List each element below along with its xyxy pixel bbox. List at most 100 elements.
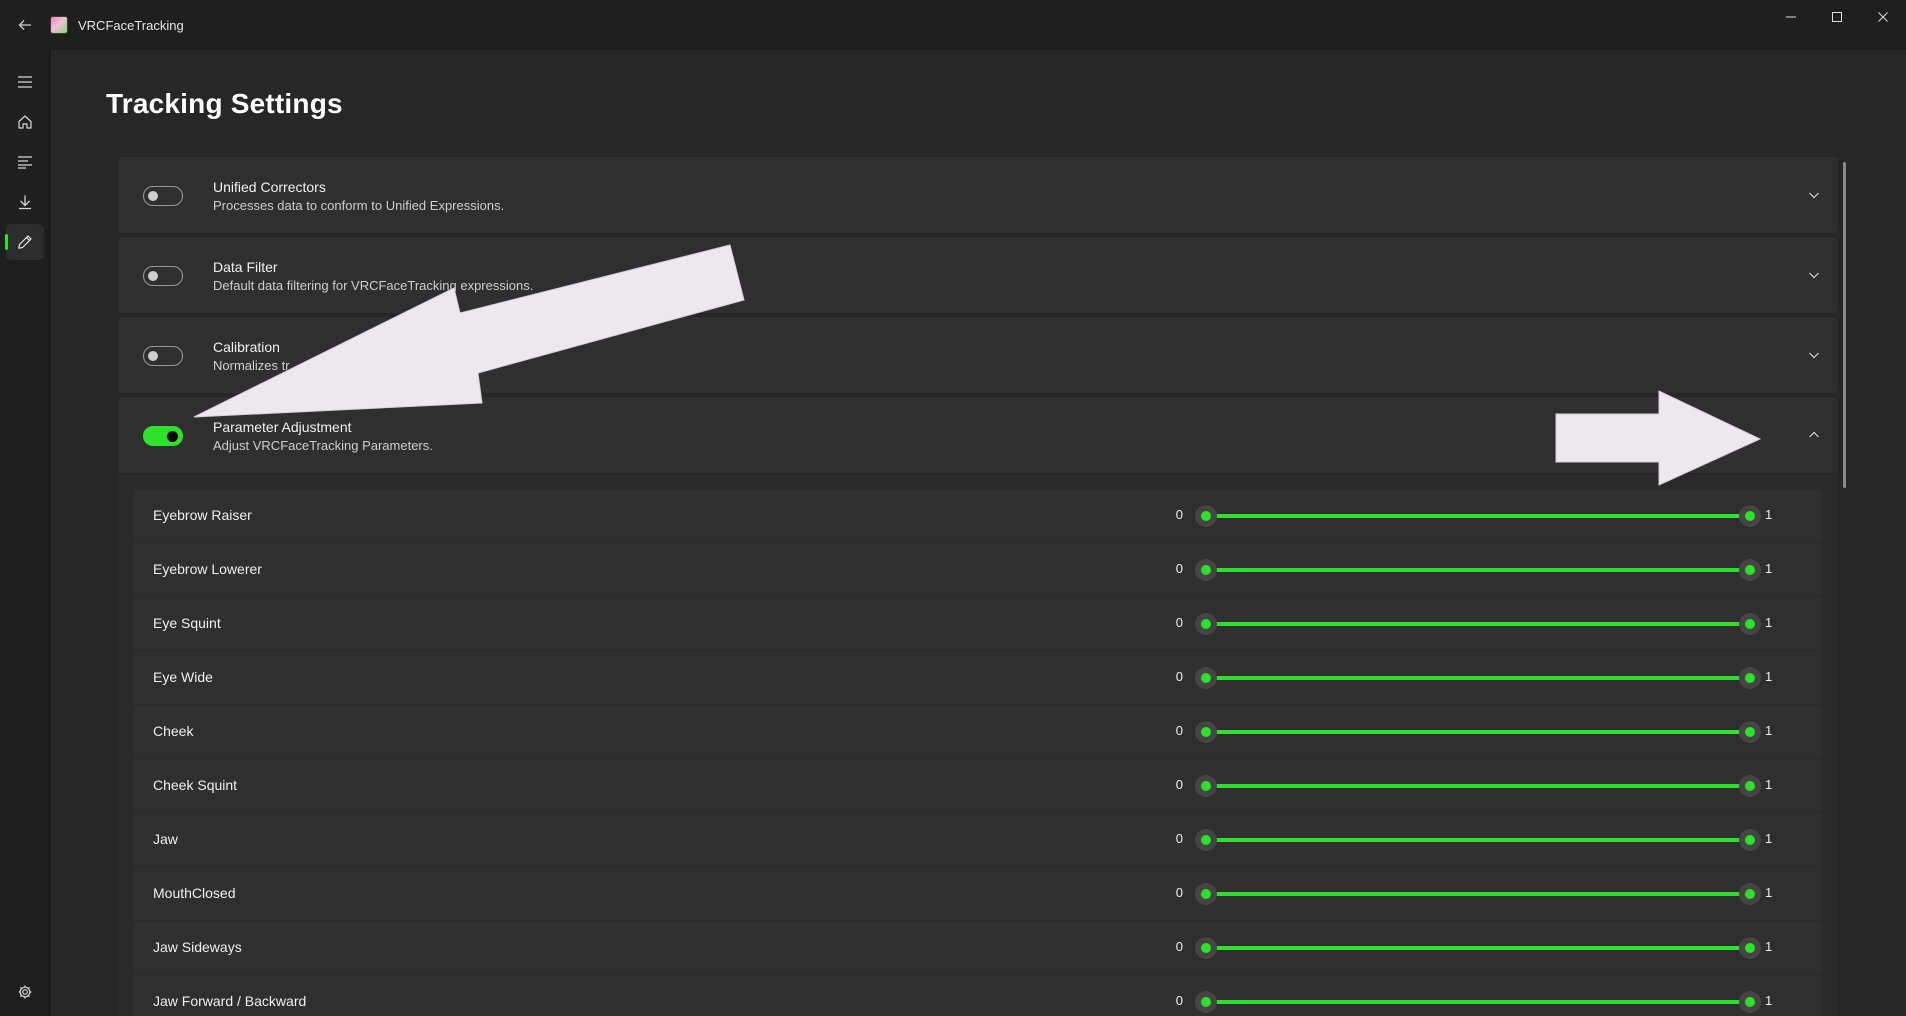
- parameter-label: Jaw Sideways: [153, 939, 242, 955]
- max-thumb[interactable]: [1739, 559, 1761, 581]
- range-min-value: 0: [1175, 885, 1183, 900]
- min-thumb[interactable]: [1195, 937, 1217, 959]
- chevron-down-icon: [1809, 352, 1819, 359]
- parameter-label: Eyebrow Lowerer: [153, 561, 262, 577]
- parameter-label: Jaw: [153, 831, 178, 847]
- range-min-value: 0: [1175, 777, 1183, 792]
- parameter-label: MouthClosed: [153, 885, 236, 901]
- range-slider[interactable]: [1195, 829, 1761, 851]
- range-min-value: 0: [1175, 723, 1183, 738]
- range-slider[interactable]: [1195, 559, 1761, 581]
- app-title: VRCFaceTracking: [78, 17, 184, 33]
- nav-item-output[interactable]: [6, 144, 44, 180]
- parameter-row: Eye Squint 0 1: [133, 597, 1823, 650]
- close-button[interactable]: [1860, 0, 1906, 34]
- range-slider[interactable]: [1195, 775, 1761, 797]
- parameter-row: Jaw Sideways 0 1: [133, 921, 1823, 974]
- max-thumb[interactable]: [1739, 829, 1761, 851]
- max-thumb[interactable]: [1739, 667, 1761, 689]
- range-slider[interactable]: [1195, 667, 1761, 689]
- min-thumb[interactable]: [1195, 883, 1217, 905]
- range-max-value: 1: [1765, 669, 1773, 684]
- range-max-value: 1: [1765, 507, 1773, 522]
- parameter-label: Jaw Forward / Backward: [153, 993, 307, 1009]
- min-thumb[interactable]: [1195, 721, 1217, 743]
- range-slider[interactable]: [1195, 721, 1761, 743]
- minimize-button[interactable]: [1768, 0, 1814, 34]
- range-min-value: 0: [1175, 669, 1183, 684]
- list-icon: [18, 156, 32, 169]
- maximize-button[interactable]: [1814, 0, 1860, 34]
- home-icon: [18, 115, 32, 129]
- module-title: Calibration: [213, 339, 280, 355]
- module-description: Processes data to conform to Unified Exp…: [213, 198, 505, 213]
- nav-item-home[interactable]: [6, 104, 44, 140]
- range-slider[interactable]: [1195, 505, 1761, 527]
- range-max-value: 1: [1765, 777, 1773, 792]
- unified-correctors-toggle[interactable]: [143, 186, 183, 206]
- range-max-value: 1: [1765, 939, 1773, 954]
- module-title: Data Filter: [213, 259, 278, 275]
- max-thumb[interactable]: [1739, 937, 1761, 959]
- min-thumb[interactable]: [1195, 829, 1217, 851]
- max-thumb[interactable]: [1739, 721, 1761, 743]
- collapse-button[interactable]: [1806, 427, 1822, 443]
- max-thumb[interactable]: [1739, 505, 1761, 527]
- min-thumb[interactable]: [1195, 505, 1217, 527]
- maximize-icon: [1832, 12, 1842, 22]
- max-thumb[interactable]: [1739, 883, 1761, 905]
- app-window: VRCFaceTracking Tracking Settings Unifie…: [0, 0, 1906, 1016]
- parameter-label: Eyebrow Raiser: [153, 507, 252, 523]
- expand-button[interactable]: [1806, 187, 1822, 203]
- parameter-row: Cheek 0 1: [133, 705, 1823, 758]
- chevron-down-icon: [1809, 192, 1819, 199]
- min-thumb[interactable]: [1195, 667, 1217, 689]
- nav-item-tracking-settings[interactable]: [5, 224, 44, 260]
- data-filter-toggle[interactable]: [143, 266, 183, 286]
- parameter-label: Eye Wide: [153, 669, 213, 685]
- min-thumb[interactable]: [1195, 559, 1217, 581]
- range-min-value: 0: [1175, 939, 1183, 954]
- range-max-value: 1: [1765, 831, 1773, 846]
- min-thumb[interactable]: [1195, 775, 1217, 797]
- max-thumb[interactable]: [1739, 613, 1761, 635]
- expand-button[interactable]: [1806, 267, 1822, 283]
- close-icon: [1878, 12, 1888, 22]
- nav-item-modules[interactable]: [6, 184, 44, 220]
- parameter-row: Eye Wide 0 1: [133, 651, 1823, 704]
- parameter-adjustment-toggle[interactable]: [143, 426, 183, 446]
- main-content: Tracking Settings Unified Correctors Pro…: [51, 50, 1906, 1016]
- parameter-row: Cheek Squint 0 1: [133, 759, 1823, 812]
- range-slider[interactable]: [1195, 937, 1761, 959]
- range-min-value: 0: [1175, 561, 1183, 576]
- vertical-scrollbar[interactable]: [1843, 162, 1846, 488]
- range-slider[interactable]: [1195, 613, 1761, 635]
- parameter-row: Jaw 0 1: [133, 813, 1823, 866]
- range-min-value: 0: [1175, 831, 1183, 846]
- range-slider[interactable]: [1195, 991, 1761, 1013]
- range-max-value: 1: [1765, 723, 1773, 738]
- module-card-calibration[interactable]: Calibration Normalizes tr: [117, 316, 1839, 394]
- parameter-row: MouthClosed 0 1: [133, 867, 1823, 920]
- nav-item-settings[interactable]: [6, 974, 44, 1010]
- back-button[interactable]: [0, 0, 50, 50]
- range-min-value: 0: [1175, 993, 1183, 1008]
- calibration-toggle[interactable]: [143, 346, 183, 366]
- module-card-parameter-adjustment[interactable]: Parameter Adjustment Adjust VRCFaceTrack…: [117, 396, 1839, 474]
- range-max-value: 1: [1765, 885, 1773, 900]
- module-card-unified-correctors[interactable]: Unified Correctors Processes data to con…: [117, 156, 1839, 234]
- max-thumb[interactable]: [1739, 775, 1761, 797]
- minimize-icon: [1786, 16, 1796, 18]
- range-min-value: 0: [1175, 507, 1183, 522]
- module-title: Unified Correctors: [213, 179, 326, 195]
- module-card-data-filter[interactable]: Data Filter Default data filtering for V…: [117, 236, 1839, 314]
- expand-button[interactable]: [1806, 347, 1822, 363]
- nav-menu-button[interactable]: [6, 64, 44, 100]
- range-slider[interactable]: [1195, 883, 1761, 905]
- max-thumb[interactable]: [1739, 991, 1761, 1013]
- min-thumb[interactable]: [1195, 613, 1217, 635]
- window-controls: [1768, 0, 1906, 34]
- pencil-icon: [18, 235, 32, 249]
- chevron-up-icon: [1809, 431, 1819, 438]
- min-thumb[interactable]: [1195, 991, 1217, 1013]
